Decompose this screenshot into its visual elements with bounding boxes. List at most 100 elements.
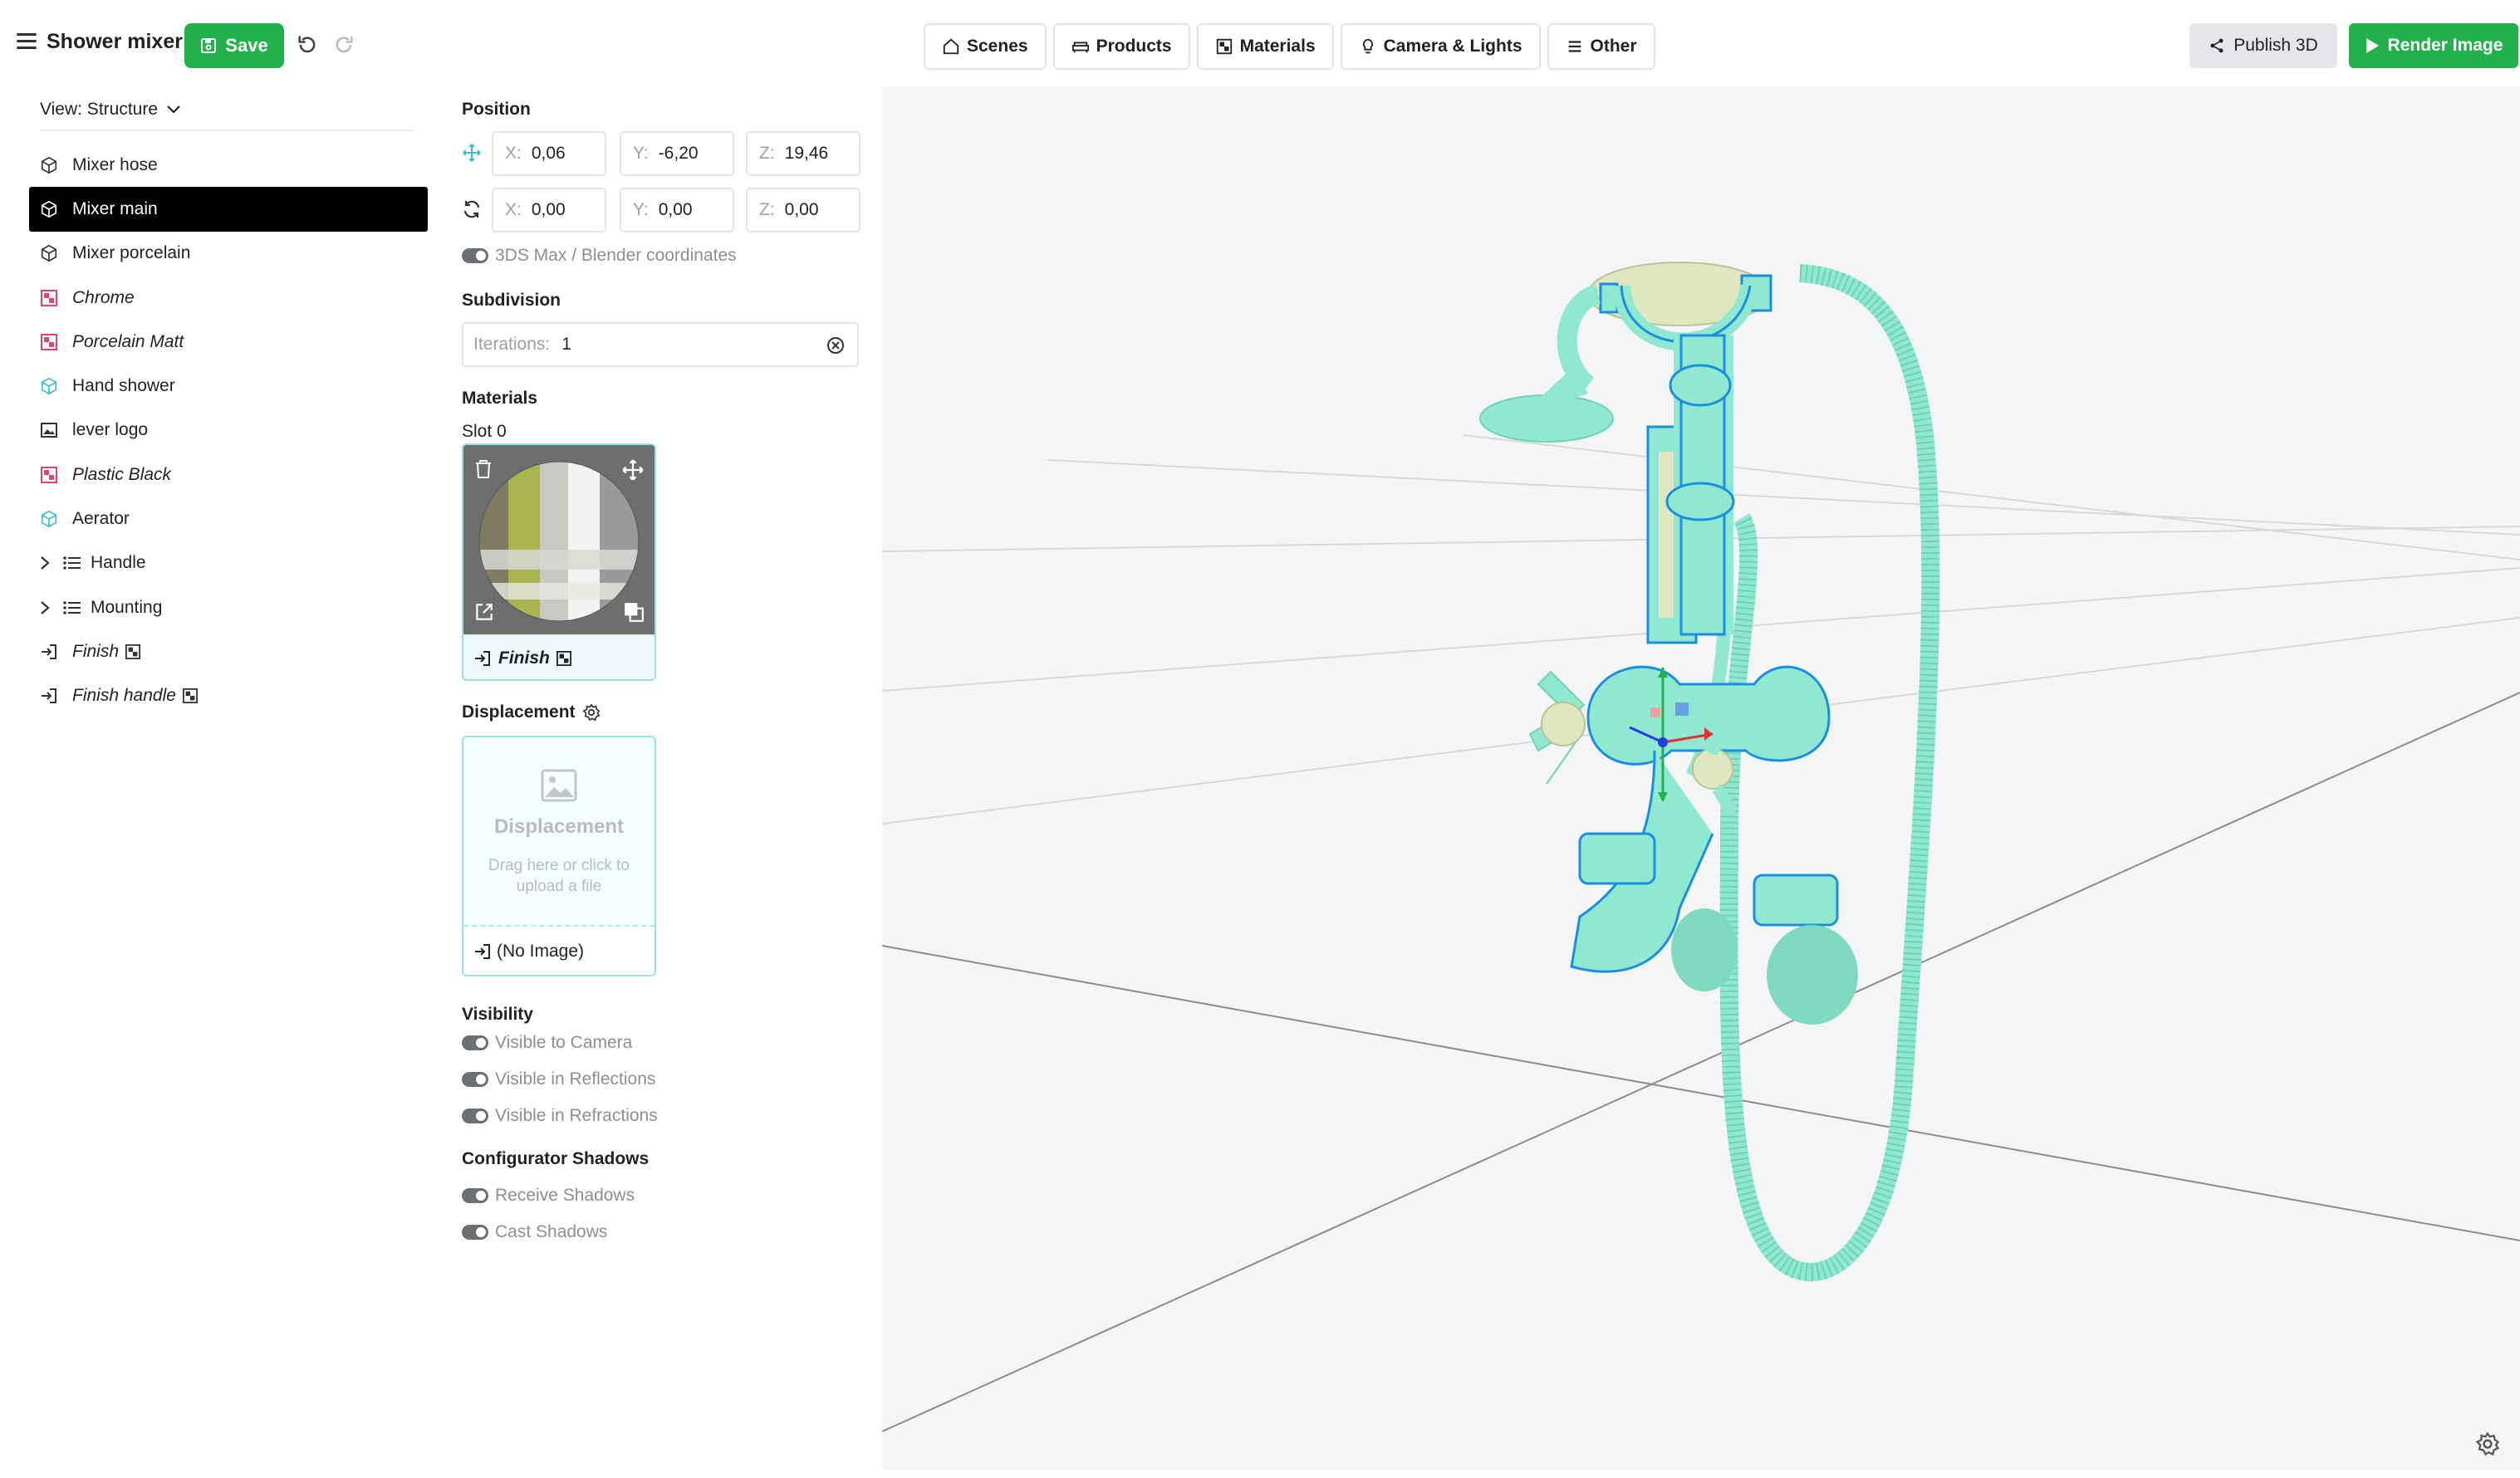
visible-to-camera-toggle[interactable]: Visible to Camera (462, 1033, 632, 1053)
bulb-icon (1362, 38, 1373, 54)
axis-label: Z: (759, 144, 775, 163)
tree-item-lever-logo[interactable]: lever logo (29, 409, 428, 453)
shower-mixer-model[interactable] (1479, 262, 1940, 1281)
rotate-x-field[interactable]: X: 0,00 (492, 188, 606, 232)
translate-z-field[interactable]: Z: 19,46 (746, 131, 860, 176)
toggle-switch[interactable] (462, 1035, 488, 1050)
iterations-field[interactable]: Iterations: 1 (462, 322, 859, 367)
tree-item-mounting[interactable]: Mounting (29, 585, 428, 629)
dropzone-hint: Drag here or click to upload a file (488, 857, 630, 895)
rotate-y-value: 0,00 (658, 200, 693, 219)
sofa-icon (1071, 42, 1089, 53)
tree-item-hand-shower[interactable]: Hand shower (29, 364, 428, 408)
main-tabs: Scenes Products Materials Camera & Light… (924, 23, 1655, 70)
gear-icon[interactable] (582, 703, 601, 722)
external-link-icon[interactable] (473, 601, 495, 623)
rotate-x-value: 0,00 (531, 200, 566, 219)
move-icon[interactable] (621, 458, 645, 482)
displacement-dropzone[interactable]: Displacement Drag here or click to uploa… (463, 737, 655, 927)
menu-icon[interactable] (17, 33, 37, 50)
axis-label: Z: (759, 200, 775, 219)
visible-in-reflections-toggle[interactable]: Visible in Reflections (462, 1069, 655, 1089)
axis-label: Y: (633, 200, 649, 219)
material-icon (39, 465, 59, 485)
iterations-label: Iterations: (473, 335, 551, 354)
redo-icon[interactable] (332, 33, 355, 56)
list-icon (62, 598, 82, 618)
share-icon (2210, 38, 2223, 53)
link-icon (39, 642, 59, 662)
tree-item-plastic-black[interactable]: Plastic Black (29, 453, 428, 497)
save-button[interactable]: Save (184, 23, 284, 68)
tab-materials-label: Materials (1239, 37, 1316, 56)
displacement-upload[interactable]: Displacement Drag here or click to uploa… (462, 736, 656, 976)
displacement-title-label: Displacement (462, 702, 576, 722)
rotate-y-field[interactable]: Y: 0,00 (620, 188, 734, 232)
trash-icon[interactable] (473, 458, 493, 480)
tree-item-chrome[interactable]: Chrome (29, 276, 428, 320)
toggle-switch[interactable] (462, 1072, 488, 1087)
tree-item-label: Handle (91, 553, 146, 573)
cube-icon (39, 155, 59, 175)
tab-materials[interactable]: Materials (1196, 23, 1334, 70)
tree-item-mixer-hose[interactable]: Mixer hose (29, 143, 428, 187)
coords-toggle[interactable]: 3DS Max / Blender coordinates (462, 246, 737, 266)
chevron-right-icon[interactable] (39, 555, 54, 570)
receive-shadows-toggle[interactable]: Receive Shadows (462, 1186, 635, 1206)
tree-item-handle[interactable]: Handle (29, 541, 428, 585)
toggle-label: Visible to Camera (495, 1033, 633, 1052)
toggle-switch[interactable] (462, 1188, 488, 1203)
tree-item-finish-handle[interactable]: Finish handle (29, 674, 428, 718)
structure-panel: View: Structure Mixer hose Mixer main Mi… (0, 86, 440, 1478)
tree-item-label: Aerator (72, 509, 130, 529)
divider (40, 130, 414, 131)
duplicate-icon[interactable] (623, 601, 645, 623)
clear-icon[interactable] (826, 335, 846, 355)
tab-other-label: Other (1590, 37, 1637, 56)
toggle-switch[interactable] (462, 1108, 488, 1123)
render-image-button[interactable]: Render Image (2349, 23, 2518, 68)
material-name: Finish (498, 648, 550, 668)
toggle-switch[interactable] (462, 1225, 488, 1240)
tab-scenes[interactable]: Scenes (924, 23, 1047, 70)
translate-x-field[interactable]: X: 0,06 (492, 131, 606, 176)
view-selector[interactable]: View: Structure (40, 100, 181, 120)
cube-icon (39, 243, 59, 263)
tree-item-aerator[interactable]: Aerator (29, 497, 428, 541)
list-icon (1568, 41, 1581, 52)
tab-camera-lights[interactable]: Camera & Lights (1340, 23, 1541, 70)
image-icon (541, 769, 577, 802)
link-icon (39, 686, 59, 706)
play-icon (2366, 38, 2379, 53)
translate-y-field[interactable]: Y: -6,20 (620, 131, 734, 176)
displacement-footer[interactable]: (No Image) (463, 927, 655, 975)
tree-item-label: lever logo (72, 420, 149, 440)
subdivision-title: Subdivision (462, 291, 561, 310)
tree-item-porcelain-matt[interactable]: Porcelain Matt (29, 320, 428, 364)
3d-viewport[interactable] (882, 86, 2520, 1470)
cube-icon (39, 199, 59, 219)
save-icon (201, 38, 217, 53)
visible-in-refractions-toggle[interactable]: Visible in Refractions (462, 1106, 658, 1126)
tab-camera-lights-label: Camera & Lights (1383, 37, 1522, 56)
tab-other[interactable]: Other (1547, 23, 1655, 70)
toggle-label: Cast Shadows (495, 1222, 608, 1241)
tab-products-label: Products (1096, 37, 1172, 56)
undo-icon[interactable] (296, 33, 319, 56)
chevron-right-icon[interactable] (39, 600, 54, 615)
tree-item-mixer-main[interactable]: Mixer main (29, 187, 428, 232)
tree-item-mixer-porcelain[interactable]: Mixer porcelain (29, 232, 428, 276)
tree-item-label: Porcelain Matt (72, 331, 184, 351)
material-card[interactable]: Finish (462, 443, 656, 681)
displacement-value: (No Image) (497, 942, 585, 961)
cube-icon (39, 376, 59, 396)
rotate-z-field[interactable]: Z: 0,00 (746, 188, 860, 232)
toggle-switch[interactable] (462, 248, 488, 263)
publish-3d-button[interactable]: Publish 3D (2189, 23, 2337, 68)
cube-icon (39, 509, 59, 529)
viewport-settings-icon[interactable] (2475, 1432, 2500, 1456)
tree-item-finish[interactable]: Finish (29, 629, 428, 673)
material-footer[interactable]: Finish (463, 634, 655, 679)
cast-shadows-toggle[interactable]: Cast Shadows (462, 1222, 607, 1242)
tab-products[interactable]: Products (1052, 23, 1190, 70)
